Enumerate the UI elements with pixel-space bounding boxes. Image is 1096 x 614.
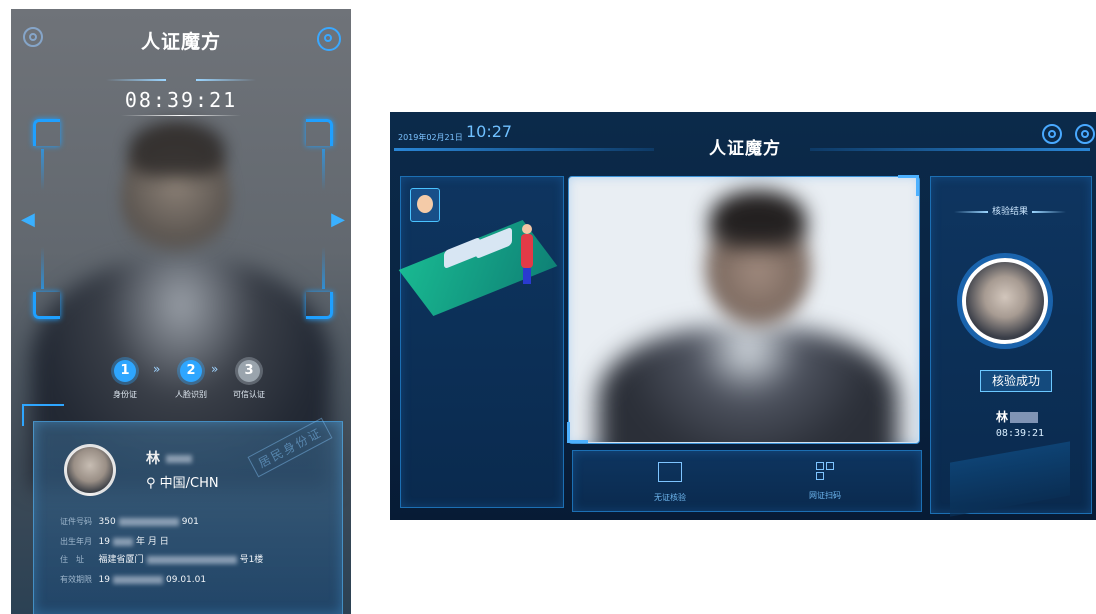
masked-value <box>113 575 163 584</box>
illustration-floor <box>398 219 558 317</box>
id-row-birth: 出生年月 19 年 月 日 <box>60 534 169 547</box>
step-number: 2 <box>180 360 202 382</box>
no-id-verify-button[interactable]: 无证核验 <box>610 462 730 503</box>
result-heading: 核验结果 <box>940 204 1080 217</box>
frame-corner-bottom-left <box>33 292 60 319</box>
row-key: 证件号码 <box>60 517 92 526</box>
step-id-card: 1 身份证 <box>95 359 155 400</box>
clock-decoration <box>106 73 256 87</box>
result-name-text: 林 <box>996 410 1009 424</box>
step-label: 身份证 <box>113 390 137 399</box>
row-value-prefix: 福建省厦门 <box>98 555 144 565</box>
card-corner-decoration <box>22 404 64 426</box>
holder-name: 林 <box>146 448 195 468</box>
result-heading-text: 核验结果 <box>991 207 1028 217</box>
nationality-text: 中国/CHN <box>159 476 219 491</box>
verify-success-badge: 核验成功 <box>980 370 1052 392</box>
camera-preview <box>568 176 918 442</box>
frame-corner-top-right <box>306 119 333 146</box>
chevron-left-icon: ◀ <box>21 209 35 230</box>
id-row-number: 证件号码 350 901 <box>60 516 199 527</box>
row-value-suffix: 901 <box>181 517 199 527</box>
row-key: 出生年月 <box>60 537 92 546</box>
step-arrow-icon: » <box>153 362 161 376</box>
id-card-icon <box>658 462 682 482</box>
clock-underline <box>121 115 241 116</box>
row-key: 住 址 <box>60 555 84 564</box>
step-number: 1 <box>114 360 136 382</box>
id-row-address: 住 址 福建省厦门 号1楼 <box>60 552 263 565</box>
step-number: 3 <box>238 360 260 382</box>
masked-name <box>166 455 192 463</box>
face-recognition-icon <box>410 188 440 222</box>
option-label: 网证扫码 <box>809 491 841 500</box>
option-label: 无证核验 <box>654 493 686 502</box>
app-title: 人证魔方 <box>709 139 781 159</box>
matched-face-avatar <box>962 258 1048 344</box>
time-display: 10:27 <box>466 122 513 141</box>
chevron-right-icon: ▶ <box>331 209 345 230</box>
face-scan-frame: ◀ ▶ <box>21 119 345 319</box>
row-key: 有效期限 <box>60 575 92 584</box>
result-time: 08:39:21 <box>995 428 1045 439</box>
step-arrow-icon: » <box>211 362 219 376</box>
row-value-prefix: 19 <box>98 575 110 585</box>
qr-code-icon <box>816 462 834 480</box>
person-body-blur <box>598 326 898 442</box>
frame-edge-right <box>322 149 325 289</box>
row-value-suffix: 号1楼 <box>239 555 264 565</box>
masked-value <box>118 517 179 526</box>
location-pin-icon: ⚲ <box>146 476 160 491</box>
id-info-card: 林 ⚲ 中国/CHN 居民身份证 证件号码 350 901 出生年月 19 年 月 … <box>22 404 343 614</box>
person-figure <box>521 224 533 284</box>
frame-corner-top-left <box>33 119 60 146</box>
masked-name <box>1010 412 1039 423</box>
date-display: 2019年02月21日 <box>398 133 463 142</box>
id-stamp: 居民身份证 <box>247 417 333 478</box>
masked-value <box>146 555 237 564</box>
row-value-suffix: 09.01.01 <box>166 575 207 585</box>
clock-display: 08:39:21 <box>124 88 238 112</box>
holder-name-text: 林 <box>146 451 163 467</box>
nationality: ⚲ 中国/CHN <box>146 472 219 491</box>
frame-corner-bottom-right <box>306 292 333 319</box>
heading-bar <box>1032 210 1066 213</box>
progress-steps: 1 身份证 » 2 人脸识别 » 3 可信认证 <box>95 359 295 409</box>
settings-gear-icon[interactable] <box>317 27 341 51</box>
tablet-screen: 2019年02月21日 10:27 人证魔方 无证核验 网证扫码 核验结果 核验… <box>390 112 1096 520</box>
header-line-left <box>394 148 654 151</box>
app-title: 人证魔方 <box>140 31 221 53</box>
person-hair-blur <box>710 190 806 246</box>
settings-gear-icon[interactable] <box>1075 124 1095 144</box>
frame-edge-left <box>41 149 44 289</box>
row-value-suffix: 年 月 日 <box>136 537 169 547</box>
refresh-gear-icon[interactable] <box>1042 124 1062 144</box>
step-label: 可信认证 <box>233 390 265 399</box>
row-value-prefix: 350 <box>98 517 116 527</box>
id-row-validity: 有效期限 19 09.01.01 <box>60 574 206 585</box>
step-trusted-auth: 3 可信认证 <box>219 359 279 400</box>
id-photo-avatar <box>64 444 116 496</box>
heading-bar <box>953 210 988 213</box>
masked-value <box>113 537 133 546</box>
gate-illustration <box>398 188 558 317</box>
row-value-prefix: 19 <box>98 537 110 547</box>
result-name: 林 <box>996 408 1039 425</box>
phone-screen: 人证魔方 08:39:21 ◀ ▶ 1 身份证 » 2 人脸识别 » 3 可信认… <box>11 9 351 614</box>
step-label: 人脸识别 <box>175 390 207 399</box>
qr-scan-button[interactable]: 网证扫码 <box>765 462 885 501</box>
